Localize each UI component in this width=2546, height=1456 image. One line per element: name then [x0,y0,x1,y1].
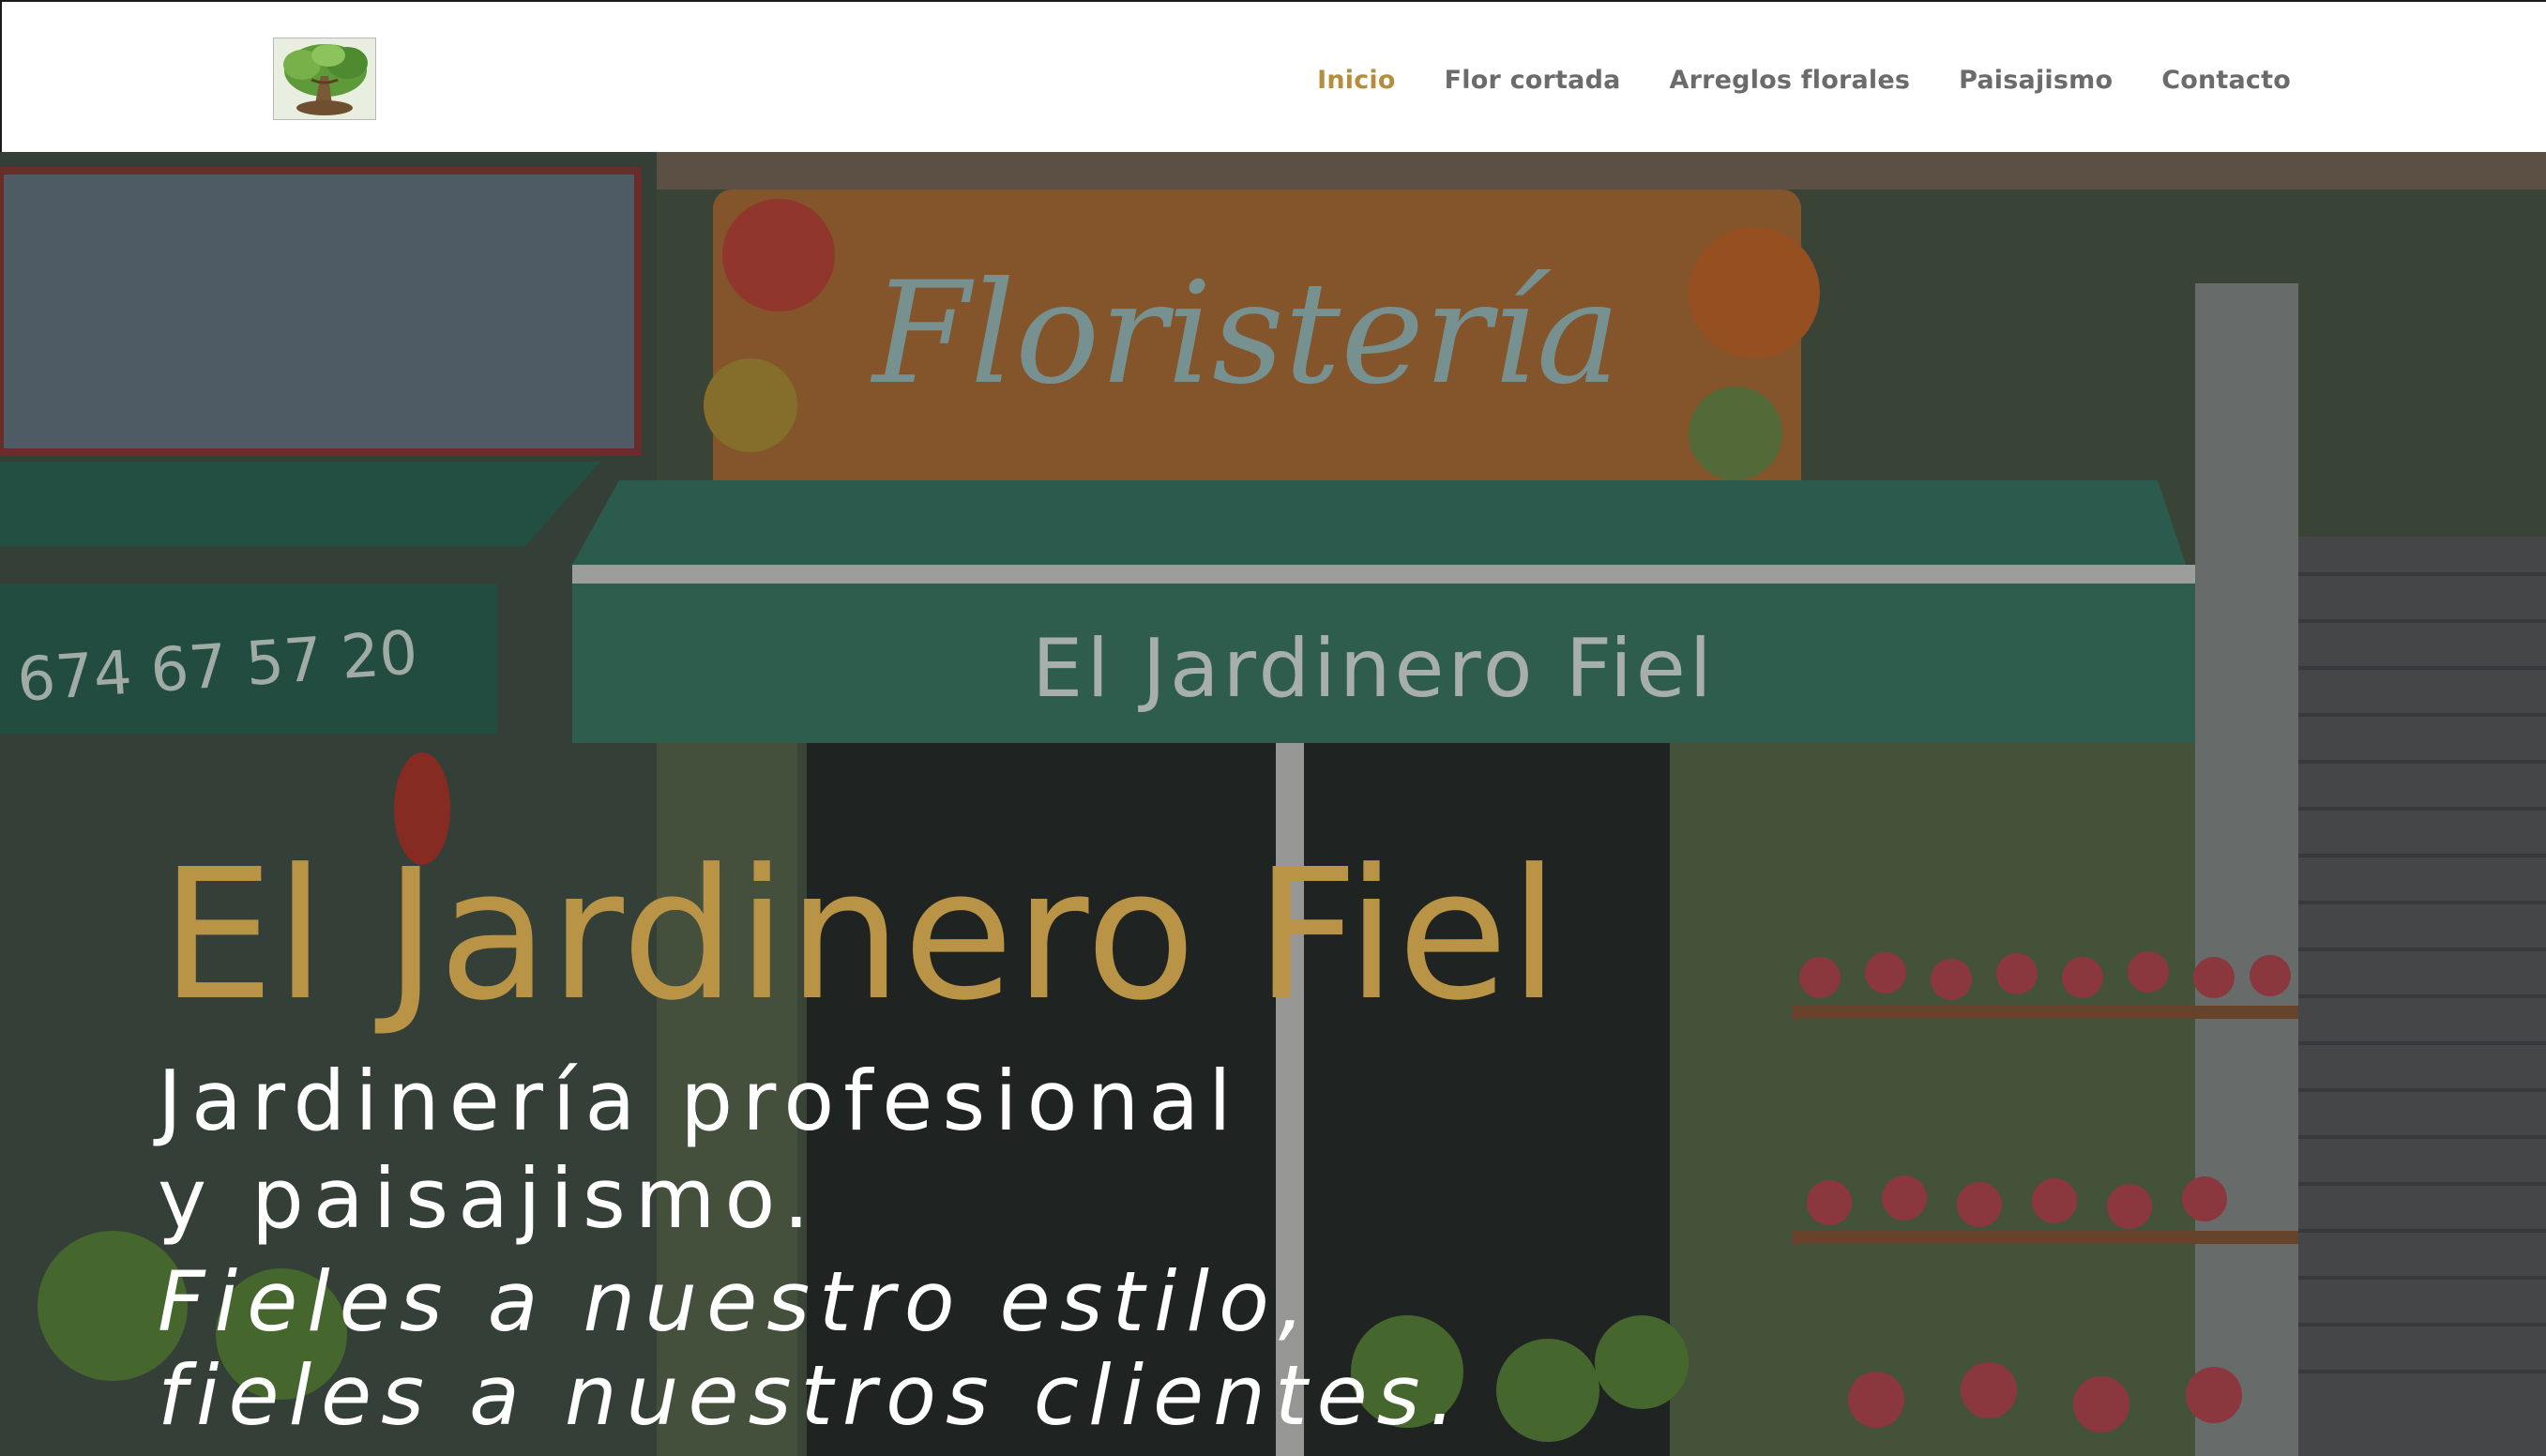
hero-subtitle-line-1: Jardinería profesional [158,1053,1241,1149]
hero-tagline-line-2: fieles a nuestros clientes. [158,1347,1465,1444]
site-logo[interactable] [273,38,376,120]
hero-tagline: Fieles a nuestro estilo, fieles a nuestr… [158,1255,1940,1443]
main-nav: Inicio Flor cortada Arreglos florales Pa… [1317,56,2291,103]
site-header: Inicio Flor cortada Arreglos florales Pa… [0,0,2546,152]
logo-tree-image [274,38,375,119]
hero-text-block: El Jardinero Fiel Jardinería profesional… [158,846,1940,1443]
nav-item-contacto[interactable]: Contacto [2161,66,2291,95]
nav-item-paisajismo[interactable]: Paisajismo [1959,66,2113,95]
hero-section: Floristería 674 67 57 20 El Jardinero Fi… [0,152,2546,1456]
nav-item-arreglos-florales[interactable]: Arreglos florales [1670,66,1911,95]
hero-subtitle-line-2: y paisajismo. [158,1150,819,1247]
nav-item-inicio[interactable]: Inicio [1317,66,1396,95]
nav-item-flor-cortada[interactable]: Flor cortada [1445,66,1621,95]
hero-title: El Jardinero Fiel [160,831,1561,1040]
hero-subtitle: Jardinería profesional y paisajismo. [158,1053,1940,1248]
hero-tagline-line-1: Fieles a nuestro estilo, [158,1253,1314,1350]
